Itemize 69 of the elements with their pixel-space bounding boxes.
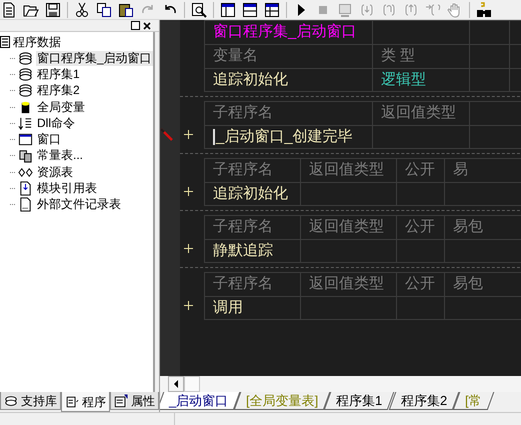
document-icon bbox=[18, 197, 33, 212]
column-header: 返回值类型 bbox=[309, 274, 384, 294]
tree-item[interactable]: 外部文件记录表 bbox=[36, 197, 122, 212]
tree-item[interactable]: 窗口 bbox=[36, 132, 62, 148]
file-tab[interactable]: 程序集1 bbox=[324, 392, 395, 410]
properties-icon bbox=[114, 394, 128, 408]
layout-icon[interactable] bbox=[242, 2, 258, 18]
expand-icon[interactable] bbox=[184, 244, 193, 253]
document-icon bbox=[65, 395, 79, 409]
expand-icon[interactable] bbox=[184, 187, 193, 196]
paste-icon[interactable] bbox=[118, 2, 134, 18]
stack-icon bbox=[18, 66, 33, 82]
tree-item[interactable]: 全局变量 bbox=[36, 100, 86, 115]
tree-item[interactable]: 资源表 bbox=[36, 164, 74, 180]
tree-item[interactable]: 模块引用表 bbox=[36, 181, 98, 196]
type-name: 逻辑型 bbox=[381, 70, 426, 90]
list-icon bbox=[18, 116, 33, 131]
binoculars-icon[interactable] bbox=[476, 2, 492, 18]
column-header: 子程序名 bbox=[213, 274, 273, 294]
column-header: 子程序名 bbox=[213, 103, 273, 124]
import-icon bbox=[18, 181, 33, 196]
expand-icon[interactable] bbox=[184, 301, 193, 310]
tree-item[interactable]: 程序集2 bbox=[36, 83, 81, 98]
column-header: 公开 bbox=[405, 217, 435, 238]
stack-icon bbox=[4, 394, 18, 408]
subroutine-name[interactable]: 调用 bbox=[213, 297, 243, 319]
column-header: 返回值类型 bbox=[309, 160, 384, 180]
column-header: 变量名 bbox=[213, 46, 258, 66]
layout-icon[interactable] bbox=[264, 2, 280, 18]
variable-name: 追踪初始化 bbox=[213, 70, 288, 90]
column-header: 易 bbox=[453, 160, 468, 180]
stack-icon bbox=[18, 50, 33, 66]
find-icon[interactable] bbox=[191, 2, 207, 18]
column-header: 类 型 bbox=[381, 46, 416, 66]
column-header: 子程序名 bbox=[213, 217, 273, 238]
subroutine-name[interactable]: 静默追踪 bbox=[213, 240, 273, 262]
panel-tab[interactable]: 程序 bbox=[61, 392, 110, 412]
column-header: 公开 bbox=[405, 160, 435, 180]
file-tab[interactable]: 程序集2 bbox=[388, 392, 460, 410]
file-tab[interactable]: [常 bbox=[452, 392, 494, 410]
tree-item[interactable]: 程序集1 bbox=[36, 66, 81, 82]
column-header: 易包 bbox=[453, 217, 483, 238]
expand-icon[interactable] bbox=[184, 130, 193, 139]
column-header: 返回值类型 bbox=[309, 217, 384, 238]
stack-icon bbox=[18, 83, 33, 98]
file-tab[interactable]: _启动窗口 bbox=[160, 392, 240, 410]
document-icon[interactable] bbox=[1, 2, 17, 18]
column-header: 易包 bbox=[453, 274, 483, 294]
cut-icon[interactable] bbox=[74, 2, 90, 18]
restore-button[interactable] bbox=[131, 21, 140, 30]
cylinders-icon bbox=[18, 148, 33, 164]
scroll-left-button[interactable] bbox=[168, 376, 184, 392]
file-tab[interactable]: [全局变量表] bbox=[234, 392, 331, 410]
save-icon[interactable] bbox=[45, 2, 61, 18]
assembly-name: 窗口程序集_启动窗口 bbox=[213, 22, 356, 42]
column-header: 返回值类型 bbox=[381, 103, 456, 124]
tree-item[interactable]: 窗口程序集_启动窗口 bbox=[36, 50, 153, 66]
layout-icon[interactable] bbox=[220, 2, 236, 18]
panel-tab[interactable]: 属性 bbox=[110, 392, 159, 410]
tree-item[interactable]: 程序数据 bbox=[13, 34, 61, 50]
copy-icon[interactable] bbox=[96, 2, 112, 18]
window-icon bbox=[18, 132, 33, 148]
panel-tab[interactable]: 支持库 bbox=[0, 392, 61, 410]
close-button[interactable] bbox=[142, 21, 151, 30]
tree-item[interactable]: Dll命令 bbox=[36, 116, 76, 131]
column-header: 公开 bbox=[405, 274, 435, 294]
column-header: 子程序名 bbox=[213, 160, 273, 180]
left-arrow-icon bbox=[173, 380, 179, 388]
tree-item[interactable]: 常量表... bbox=[36, 148, 84, 164]
